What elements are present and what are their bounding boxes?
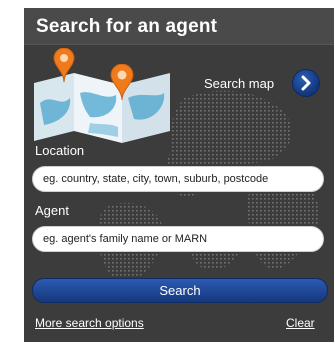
more-search-options-link[interactable]: More search options <box>35 316 144 330</box>
widget-header: Search for an agent <box>24 8 334 45</box>
clear-link[interactable]: Clear <box>286 316 315 330</box>
location-pin-icon <box>110 64 134 100</box>
agent-input[interactable] <box>33 227 323 251</box>
agent-field[interactable] <box>32 226 324 252</box>
agent-search-widget: Search for an agent Search map Location … <box>24 8 334 342</box>
agent-label: Agent <box>35 203 69 218</box>
search-button[interactable]: Search <box>32 278 328 303</box>
widget-title: Search for an agent <box>36 16 218 37</box>
search-map-link[interactable]: Search map <box>204 76 274 91</box>
location-input[interactable] <box>33 167 323 191</box>
location-field[interactable] <box>32 166 324 192</box>
search-map-button[interactable] <box>292 69 320 97</box>
location-label: Location <box>35 143 85 158</box>
chevron-right-icon <box>301 75 311 91</box>
location-pin-icon <box>53 48 75 82</box>
